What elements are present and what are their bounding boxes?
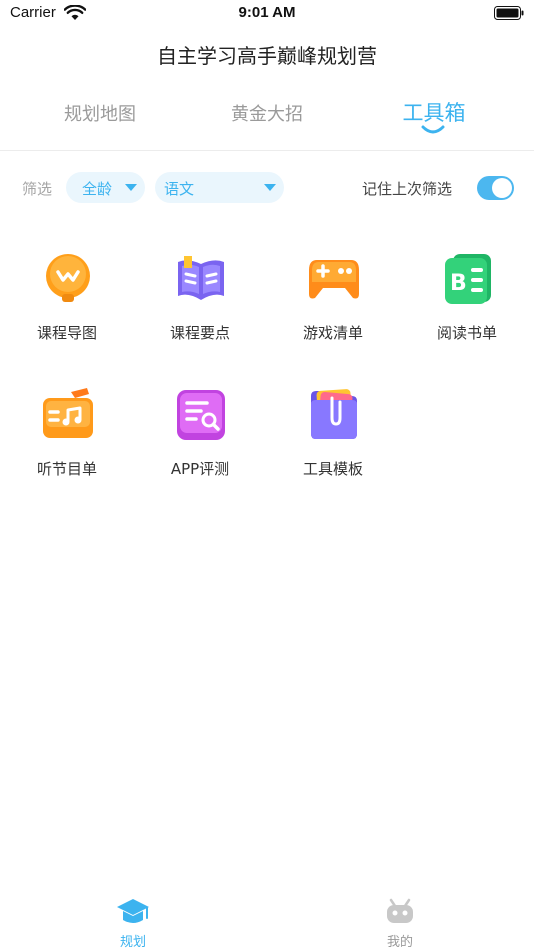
folder-template-icon [311, 389, 357, 439]
tab-planning-map[interactable]: 规划地图 [11, 100, 189, 126]
page-title: 自主学习高手巅峰规划营 [157, 44, 377, 68]
app-review-icon [177, 390, 225, 440]
tool-course-points[interactable]: 课程要点 [140, 252, 260, 362]
toggle-knob [492, 178, 512, 198]
caret-down-icon [125, 184, 137, 191]
tool-game-list[interactable]: 游戏清单 [273, 252, 393, 362]
remember-filter-toggle[interactable] [477, 176, 514, 200]
tab-toolbox[interactable]: 工具箱 [345, 97, 523, 127]
filter-label: 筛选 [22, 180, 53, 198]
tab-bar: 规划地图 黄金大招 工具箱 [0, 100, 534, 140]
tool-course-mindmap[interactable]: 课程导图 [7, 252, 127, 362]
bottom-nav: 规划 我的 [0, 890, 534, 950]
tool-label: 听节目单 [36, 460, 97, 478]
status-time: 9:01 AM [238, 4, 296, 21]
tool-app-review[interactable]: APP评测 [140, 388, 260, 498]
tool-label: 课程导图 [36, 324, 97, 342]
subject-filter-dropdown[interactable]: 语文 [155, 172, 284, 203]
tool-label: APP评测 [170, 460, 230, 478]
svg-text:B: B [450, 271, 467, 296]
tab-golden-moves[interactable]: 黄金大招 [178, 100, 356, 126]
divider [0, 150, 534, 151]
lightbulb-icon [46, 254, 90, 302]
nav-mine-label: 我的 [386, 935, 413, 950]
nav-plan[interactable]: 规划 [83, 890, 183, 950]
tool-label: 工具模板 [302, 460, 363, 478]
age-filter-value: 全龄 [82, 180, 113, 198]
radio-icon [43, 388, 93, 438]
tool-reading-list[interactable]: B 阅读书单 [407, 252, 527, 362]
graduation-cap-icon [117, 899, 149, 923]
book-icon [178, 256, 224, 300]
subject-filter-value: 语文 [164, 180, 195, 198]
battery-icon [494, 6, 524, 20]
robot-icon [387, 898, 413, 923]
remember-filter-label: 记住上次筛选 [362, 180, 453, 198]
filter-row: 筛选 全龄 语文 记住上次筛选 [0, 172, 534, 204]
tool-label: 游戏清单 [302, 324, 363, 342]
nav-plan-label: 规划 [119, 935, 146, 950]
status-bar: Carrier 9:01 AM [0, 0, 534, 30]
gamepad-icon [309, 260, 359, 299]
tool-program-list[interactable]: 听节目单 [7, 388, 127, 498]
caret-down-icon [264, 184, 276, 191]
tool-label: 课程要点 [169, 324, 230, 342]
reading-list-icon: B [445, 254, 491, 304]
age-filter-dropdown[interactable]: 全龄 [66, 172, 145, 203]
nav-mine[interactable]: 我的 [350, 890, 450, 950]
tool-templates[interactable]: 工具模板 [273, 388, 393, 498]
active-tab-indicator [421, 125, 445, 134]
tool-label: 阅读书单 [436, 324, 497, 342]
